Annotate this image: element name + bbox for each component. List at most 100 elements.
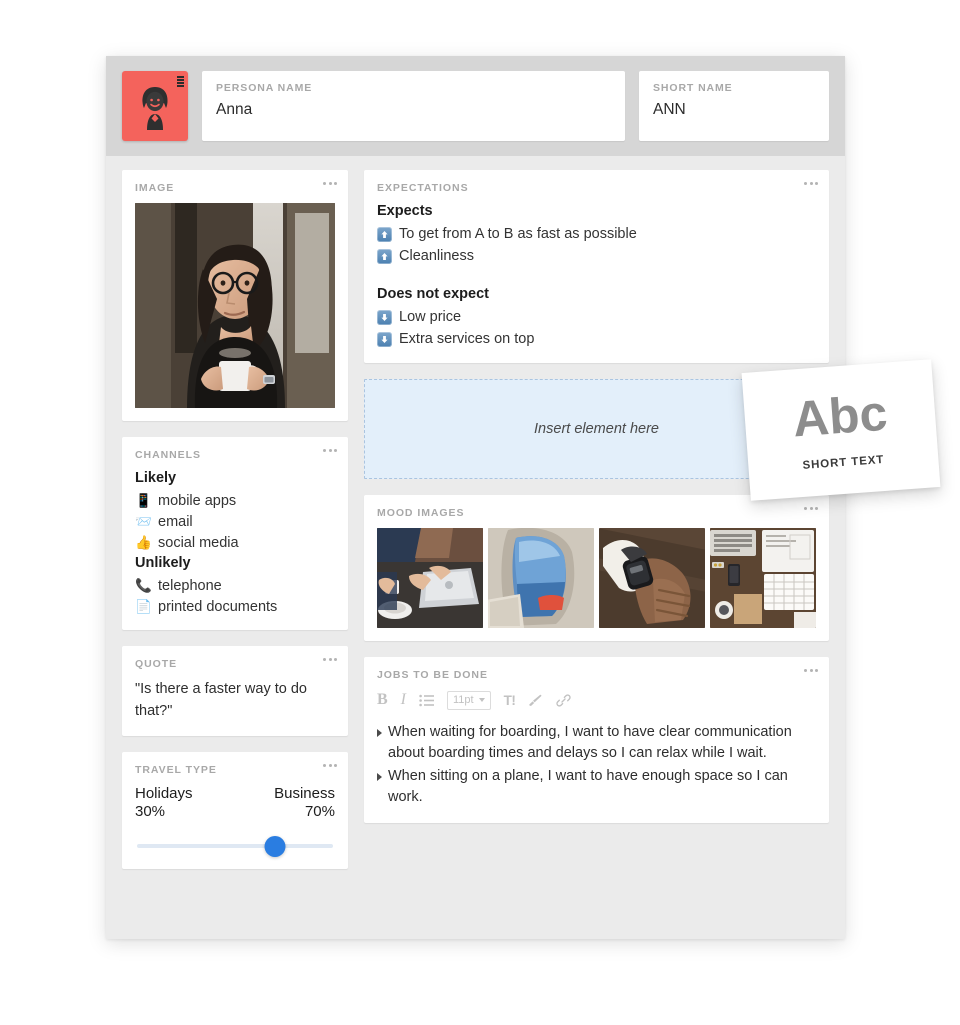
arrow-up-badge-icon [377,248,392,264]
channel-label: social media [158,534,239,551]
list-item[interactable]: 📄 printed documents [135,596,335,617]
bullet-list-icon[interactable] [419,694,434,707]
persona-board: PERSONA NAME Anna SHORT NAME ANN IMAGE C… [106,56,845,939]
jobs-panel-title: JOBS TO BE DONE [377,669,488,681]
more-options-icon[interactable] [804,669,818,672]
slider-track[interactable] [137,843,333,848]
jobs-list: When waiting for boarding, I want to hav… [377,722,816,809]
list-item[interactable]: 📞 telephone [135,575,335,596]
channel-label: mobile apps [158,492,237,509]
expectations-panel: EXPECTATIONS Expects To get from A to B … [364,170,829,363]
travel-type-panel: TRAVEL TYPE Holidays Business 30% 70% [122,751,348,869]
short-name-value[interactable]: ANN [653,101,815,119]
more-options-icon[interactable] [804,507,818,510]
short-name-label: SHORT NAME [653,82,733,94]
mood-thumbnail[interactable] [599,528,705,628]
airplane-window-photo [488,528,594,628]
editor-toolbar: B I 11pt T! [377,690,816,710]
list-item[interactable]: When sitting on a plane, I want to have … [377,766,816,809]
quote-panel-title: QUOTE [135,658,178,670]
printed-page-icon: 📄 [135,598,152,614]
clear-formatting-icon[interactable]: T! [504,693,516,708]
list-item[interactable]: 👍 social media [135,532,335,553]
more-options-icon[interactable] [323,182,337,185]
channels-unlikely-heading: Unlikely [135,555,191,571]
mood-images-panel-title: MOOD IMAGES [377,507,465,519]
expectation-text: To get from A to B as fast as possible [399,226,637,242]
list-item[interactable]: When waiting for boarding, I want to hav… [377,722,816,765]
right-column: EXPECTATIONS Expects To get from A to B … [364,170,829,869]
arrow-down-badge-icon [377,331,392,347]
format-brush-icon[interactable] [528,693,543,708]
channel-label: printed documents [158,598,278,615]
short-name-field[interactable]: SHORT NAME ANN [639,71,829,141]
travel-type-slider[interactable] [135,835,335,857]
travel-right-label: Business [274,784,335,802]
triangle-bullet-icon [377,772,382,781]
board-body: IMAGE CHANNELS Likely 📱 mobile apps 📨 em… [106,156,845,885]
list-item[interactable]: 📨 email [135,511,335,532]
smartwatch-hands-photo [599,528,705,628]
image-panel: IMAGE [122,170,348,421]
font-size-select[interactable]: 11pt [447,690,491,710]
avatar-figure-icon [142,87,168,131]
list-item[interactable]: Low price [377,306,816,328]
slider-thumb[interactable] [264,835,286,857]
quote-panel: QUOTE "Is there a faster way to do that?… [122,646,348,736]
channel-label: telephone [158,577,222,594]
travel-type-labels: Holidays Business [135,785,335,802]
persona-name-label: PERSONA NAME [216,82,313,94]
more-options-icon[interactable] [323,449,337,452]
more-options-icon[interactable] [804,182,818,185]
mood-thumbnail[interactable] [488,528,594,628]
expects-heading: Expects [377,203,433,219]
short-text-label: SHORT TEXT [802,453,885,472]
more-options-icon[interactable] [323,763,337,767]
triangle-bullet-icon [377,729,382,737]
expectations-panel-title: EXPECTATIONS [377,182,469,194]
font-size-value: 11pt [453,694,474,706]
image-panel-title: IMAGE [135,182,175,194]
link-icon[interactable] [556,693,571,708]
persona-name-value[interactable]: Anna [216,101,611,119]
dragged-short-text-card[interactable]: Abc SHORT TEXT [741,359,941,501]
abc-glyph: Abc [790,384,890,448]
thumbs-up-icon: 👍 [135,534,152,550]
expectation-text: Cleanliness [399,248,474,264]
quote-text[interactable]: "Is there a faster way to do that?" [135,679,335,723]
persona-photo-illustration [135,203,335,408]
expectation-text: Extra services on top [399,331,535,347]
mood-thumbnail[interactable] [377,528,483,628]
list-item[interactable]: To get from A to B as fast as possible [377,223,816,245]
left-column: IMAGE CHANNELS Likely 📱 mobile apps 📨 em… [122,170,348,869]
mood-images-row [377,528,816,628]
arrow-down-badge-icon [377,309,392,325]
list-item[interactable]: Extra services on top [377,328,816,350]
persona-name-field[interactable]: PERSONA NAME Anna [202,71,625,141]
avatar-binding-decoration [177,76,184,88]
travel-left-value: 30% [135,802,166,820]
not-expects-heading: Does not expect [377,286,489,302]
persona-photo[interactable] [135,203,335,408]
persona-card-avatar-icon[interactable] [122,71,188,141]
more-options-icon[interactable] [323,658,337,661]
travel-right-value: 70% [304,802,335,820]
job-text: When sitting on a plane, I want to have … [388,767,788,806]
desk-flatlay-photo [710,528,816,628]
mood-thumbnail[interactable] [710,528,816,628]
channels-likely-heading: Likely [135,470,177,486]
arrow-up-badge-icon [377,226,392,242]
board-header: PERSONA NAME Anna SHORT NAME ANN [106,56,845,156]
expectation-text: Low price [399,309,462,325]
bold-icon[interactable]: B [377,691,388,709]
channels-panel: CHANNELS Likely 📱 mobile apps 📨 email 👍 … [122,437,348,630]
italic-icon[interactable]: I [401,691,406,709]
jobs-to-be-done-panel: JOBS TO BE DONE B I 11pt T! When waiting… [364,657,829,823]
list-item[interactable]: 📱 mobile apps [135,490,335,511]
mood-images-panel: MOOD IMAGES [364,495,829,641]
chevron-down-icon [478,698,485,702]
mobile-phone-icon: 📱 [135,492,152,508]
list-item[interactable]: Cleanliness [377,245,816,267]
channels-panel-title: CHANNELS [135,449,201,461]
